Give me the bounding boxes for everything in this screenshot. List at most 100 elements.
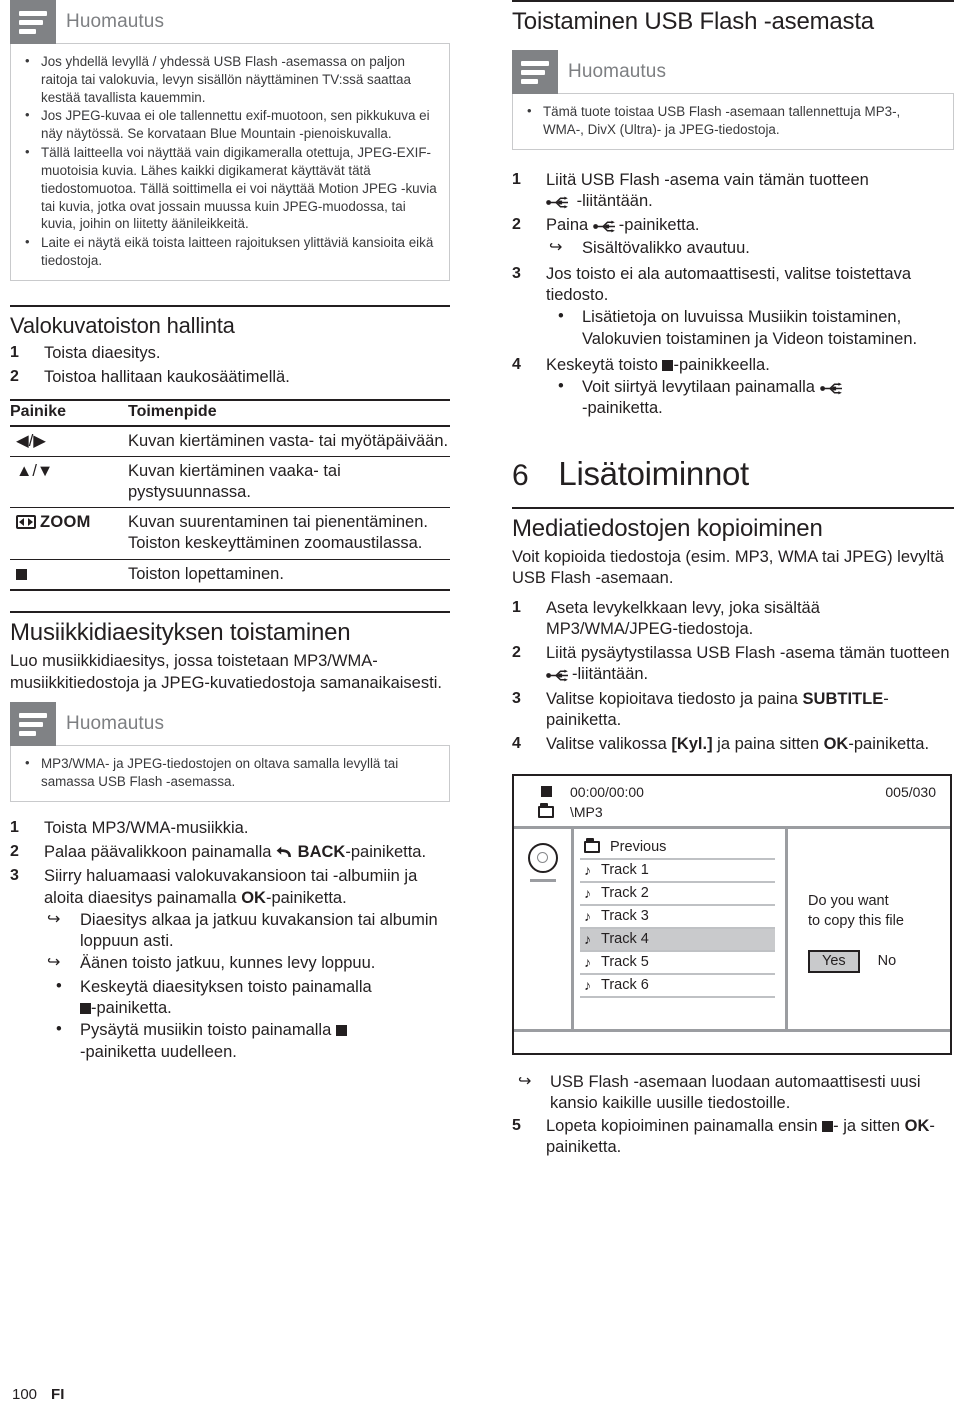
- result-item: Äänen toisto jatkuu, kunnes levy loppuu.: [44, 953, 450, 974]
- step-text: Jos toisto ei ala automaattisesti, valit…: [546, 264, 954, 352]
- step-text: Siirry haluamaasi valokuvakansioon tai -…: [44, 866, 450, 1065]
- step-text-post: -painiketta.: [848, 735, 930, 754]
- back-icon: [276, 846, 292, 858]
- list-item[interactable]: ♪ Track 1: [580, 860, 775, 883]
- step-notes: Keskeytä diaesityksen toisto painamalla …: [44, 976, 450, 1063]
- step-text: Valitse kopioitava tiedosto ja paina SUB…: [546, 689, 954, 732]
- note-item: Jos yhdellä levyllä / yhdessä USB Flash …: [19, 52, 439, 106]
- yes-button[interactable]: Yes: [808, 949, 860, 973]
- page-title-usb-playback: Toistaminen USB Flash -asemasta: [512, 8, 874, 35]
- table-cell-action: Kuvan kiertäminen vasta- tai myötäpäivää…: [128, 425, 450, 458]
- list-item-label: Track 1: [601, 861, 649, 878]
- step-number: 1: [512, 598, 521, 616]
- tv-main-area: Previous ♪ Track 1 ♪ Track 2 ♪ Track 3 ♪…: [514, 828, 950, 1029]
- note-icon: [10, 702, 56, 747]
- music-note-icon: ♪: [584, 976, 591, 993]
- step-key-name: BACK: [297, 843, 346, 862]
- steps-copy-finish: 5 Lopeta kopioiminen painamalla ensin - …: [512, 1116, 954, 1159]
- step-text: Paina -painiketta. Sisältövalikko avautu…: [546, 215, 954, 261]
- step: 4 Valitse valikossa [Kyl.] ja paina sitt…: [512, 734, 954, 755]
- result-item: Diaesitys alkaa ja jatkuu kuvakansion ta…: [44, 910, 450, 953]
- table-row: ▲/▼ Kuvan kiertäminen vaaka- tai pystysu…: [10, 456, 450, 509]
- step-number: 1: [10, 818, 19, 836]
- sub-item: Voit siirtyä levytilaan painamalla -pain…: [546, 376, 954, 420]
- table-header-button: Painike: [10, 399, 128, 427]
- left-column: Huomautus Jos yhdellä levyllä / yhdessä …: [10, 0, 450, 1068]
- table-row: Toiston lopettaminen.: [10, 559, 450, 592]
- note-icon: [10, 0, 56, 44]
- list-item[interactable]: ♪ Track 2: [580, 883, 775, 906]
- note-header: Huomautus: [10, 702, 450, 747]
- note-header: Huomautus: [10, 0, 450, 44]
- step-text: Liitä USB Flash -asema vain tämän tuotte…: [546, 170, 954, 213]
- list-item-label: Previous: [610, 838, 667, 855]
- note-icon: [512, 50, 558, 94]
- note-item: Tällä laitteella voi näyttää vain digika…: [19, 143, 439, 233]
- step: 1 Liitä USB Flash -asema vain tämän tuot…: [512, 170, 954, 213]
- music-note-icon: ♪: [584, 930, 591, 947]
- right-column: Toistaminen USB Flash -asemasta Huomautu…: [512, 0, 954, 1162]
- note-box-music-slideshow: Huomautus MP3/WMA- ja JPEG-tiedostojen o…: [10, 702, 450, 802]
- step-results: Diaesitys alkaa ja jatkuu kuvakansion ta…: [44, 910, 450, 975]
- table-cell-action: Kuvan suurentaminen tai pienentäminen. T…: [128, 507, 450, 560]
- result-item: USB Flash -asemaan luodaan automaattises…: [512, 1072, 954, 1115]
- list-item[interactable]: ♪ Track 6: [580, 975, 775, 998]
- step-text: Toistoa hallitaan kaukosäätimellä.: [44, 368, 290, 387]
- list-item-selected[interactable]: ♪ Track 4: [580, 928, 775, 952]
- step-text-pre: Valitse kopioitava tiedosto ja paina: [546, 689, 803, 708]
- sub-item-pre: Keskeytä diaesityksen toisto painamalla: [80, 977, 372, 996]
- list-item-label: Track 4: [601, 930, 649, 947]
- step-text-post: -liitäntään.: [572, 665, 649, 684]
- disc-underline: [529, 878, 556, 882]
- page-title-music-slideshow: Musiikkidiaesityksen toistaminen: [10, 619, 351, 647]
- note-item: MP3/WMA- ja JPEG-tiedostojen on oltava s…: [19, 754, 439, 791]
- tv-track-count: 005/030: [885, 783, 936, 800]
- step-text-pre: Jos toisto ei ala automaattisesti, valit…: [546, 264, 912, 305]
- page-footer: 100 FI: [12, 1386, 64, 1403]
- step-number: 5: [512, 1117, 521, 1135]
- list-item-previous[interactable]: Previous: [580, 837, 775, 860]
- step: 5 Lopeta kopioiminen painamalla ensin - …: [512, 1116, 954, 1159]
- sub-item-post: -painiketta uudelleen.: [80, 1042, 237, 1061]
- tv-dialog-pane: Do you want to copy this file Yes No: [788, 829, 950, 1029]
- step: 3 Siirry haluamaasi valokuvakansioon tai…: [10, 866, 450, 1065]
- step-text: Aseta levykelkkaan levy, joka sisältää M…: [546, 598, 820, 638]
- dialog-prompt: Do you want to copy this file: [808, 891, 950, 932]
- list-item[interactable]: ♪ Track 5: [580, 952, 775, 975]
- tv-status-bar: 00:00/00:00 005/030 \MP3: [514, 776, 950, 829]
- sub-item-pre: Pysäytä musiikin toisto painamalla: [80, 1021, 336, 1040]
- table-cell-key: ◀/▶: [10, 425, 128, 458]
- no-button[interactable]: No: [878, 953, 897, 969]
- step-notes: Lisätietoja on luvuissa Musiikin toistam…: [546, 306, 954, 350]
- section-rule: [512, 506, 954, 509]
- sub-item: Lisätietoja on luvuissa Musiikin toistam…: [546, 306, 954, 350]
- zoom-icon: [16, 515, 36, 530]
- step: 2 Liitä pysäytystilassa USB Flash -asema…: [512, 643, 954, 686]
- music-note-icon: ♪: [584, 861, 591, 878]
- sub-item: Keskeytä diaesityksen toisto painamalla …: [44, 976, 450, 1020]
- dialog-prompt-line1: Do you want: [808, 892, 889, 909]
- note-title: Huomautus: [66, 11, 165, 32]
- step-number: 2: [512, 644, 521, 662]
- step-text-pre: Keskeytä toisto: [546, 355, 663, 374]
- language-code: FI: [51, 1386, 65, 1403]
- sub-item-post: -painiketta.: [91, 999, 172, 1018]
- step-key-name: SUBTITLE: [802, 689, 884, 708]
- step-number: 2: [10, 368, 19, 386]
- table-row: ◀/▶ Kuvan kiertäminen vasta- tai myötäpä…: [10, 425, 450, 458]
- intro-text: Luo musiikkidiaesitys, jossa toistetaan …: [10, 652, 442, 692]
- step-text: Lopeta kopioiminen painamalla ensin - ja…: [546, 1116, 954, 1159]
- section-rule: [512, 0, 954, 2]
- note-item: Jos JPEG-kuvaa ei ole tallennettu exif-m…: [19, 106, 439, 143]
- page-number: 100: [12, 1386, 38, 1403]
- step-text: Keskeytä toisto -painikkeella. Voit siir…: [546, 355, 954, 422]
- tv-path: \MP3: [570, 803, 603, 820]
- step: 2 Palaa päävalikkoon painamalla BACK-pai…: [10, 842, 450, 863]
- chapter-title: Lisätoiminnot: [558, 454, 749, 492]
- note-body: Jos yhdellä levyllä / yhdessä USB Flash …: [10, 43, 450, 281]
- folder-icon: [538, 802, 554, 818]
- list-item[interactable]: ♪ Track 3: [580, 906, 775, 929]
- step: 3 Valitse kopioitava tiedosto ja paina S…: [512, 689, 954, 732]
- step-number: 4: [512, 735, 521, 753]
- tv-footer-bar: [514, 1028, 950, 1053]
